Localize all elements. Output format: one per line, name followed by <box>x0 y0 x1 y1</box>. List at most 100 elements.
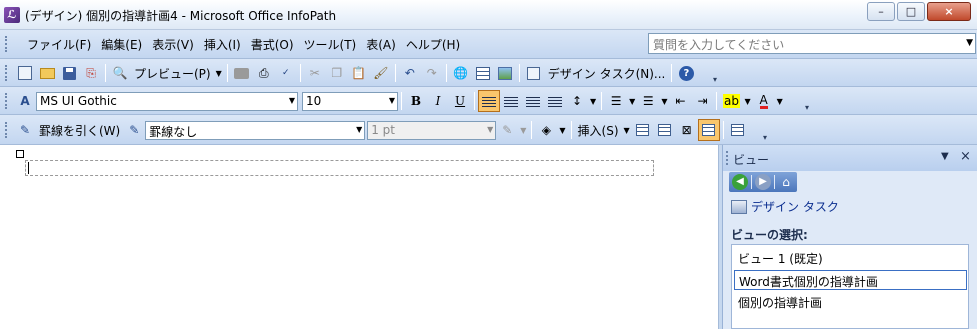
table-icon <box>475 66 490 80</box>
save-button[interactable] <box>58 62 80 84</box>
menu-help[interactable]: ヘルプ(H) <box>401 36 465 53</box>
layout-section[interactable] <box>25 160 654 176</box>
publish-button[interactable]: ⎘ <box>80 62 102 84</box>
help-button[interactable]: ? <box>675 62 697 84</box>
menu-edit[interactable]: 編集(E) <box>96 36 147 53</box>
menu-insert[interactable]: 挿入(I) <box>199 36 246 53</box>
view-list-item[interactable]: ビュー 1 (既定) <box>734 248 967 268</box>
bold-button[interactable]: B <box>405 90 427 112</box>
align-left-button[interactable] <box>478 90 500 112</box>
forward-icon[interactable]: ▶ <box>755 174 771 190</box>
font-icon-button[interactable]: A <box>14 90 36 112</box>
increase-indent-button[interactable]: ⇥ <box>691 90 713 112</box>
line-style-select[interactable]: 罫線なし ▼ <box>145 120 366 140</box>
numbering-button[interactable]: ☰ <box>605 90 627 112</box>
toolbar-options-icon[interactable]: ▾ <box>805 103 809 112</box>
close-button[interactable]: × <box>927 2 971 21</box>
draw-borders-button[interactable]: 罫線を引く(W) <box>36 122 123 139</box>
chevron-down-icon[interactable]: ▼ <box>627 97 637 106</box>
chevron-down-icon[interactable]: ▼ <box>557 126 567 135</box>
menu-file[interactable]: ファイル(F) <box>22 36 96 53</box>
design-tasks-icon-button[interactable] <box>523 62 545 84</box>
line-weight-select[interactable]: 1 pt ▼ <box>367 120 497 140</box>
toolbar-grip[interactable] <box>5 93 9 109</box>
underline-button[interactable]: U <box>449 90 471 112</box>
menu-tools[interactable]: ツール(T) <box>299 36 362 53</box>
chevron-down-icon[interactable]: ▼ <box>389 96 395 105</box>
home-icon[interactable]: ⌂ <box>778 174 794 190</box>
view-list-item[interactable]: 個別の指導計画 <box>734 292 967 312</box>
chevron-down-icon[interactable]: ▼ <box>289 96 295 105</box>
picture-icon <box>497 66 512 80</box>
copy-button[interactable]: ❐ <box>326 62 348 84</box>
format-painter-button[interactable]: 🖌 <box>370 62 392 84</box>
chevron-down-icon[interactable]: ▼ <box>356 125 362 134</box>
insert-menu-button[interactable]: 挿入(S) <box>575 122 622 139</box>
print-button[interactable] <box>231 62 253 84</box>
toolbar-options-icon[interactable]: ▾ <box>763 133 767 142</box>
font-name-select[interactable]: MS UI Gothic ▼ <box>36 91 298 111</box>
justify-icon <box>548 95 562 107</box>
chevron-down-icon[interactable]: ▼ <box>518 126 528 135</box>
redo-button[interactable]: ↷ <box>421 62 443 84</box>
toolbar-grip[interactable] <box>5 65 9 81</box>
chevron-down-icon[interactable]: ▼ <box>487 125 493 134</box>
close-icon[interactable]: × <box>960 149 971 164</box>
chevron-down-icon[interactable]: ▼ <box>775 97 785 106</box>
menu-view[interactable]: 表示(V) <box>147 36 199 53</box>
maximize-button[interactable]: □ <box>897 2 925 21</box>
chevron-down-icon[interactable]: ▼ <box>659 97 669 106</box>
chevron-down-icon[interactable]: ▼ <box>214 69 224 78</box>
font-size-select[interactable]: 10 ▼ <box>302 91 398 111</box>
line-spacing-button[interactable]: ↕ <box>566 90 588 112</box>
align-right-button[interactable] <box>522 90 544 112</box>
merge-cells-button[interactable] <box>632 119 654 141</box>
border-color-button[interactable]: ✎ <box>496 119 518 141</box>
undo-button[interactable]: ↶ <box>399 62 421 84</box>
insert-table-button[interactable] <box>472 62 494 84</box>
italic-button[interactable]: I <box>427 90 449 112</box>
help-search-input[interactable]: 質問を入力してください ▼ <box>648 33 976 54</box>
cut-button[interactable]: ✂ <box>304 62 326 84</box>
spelling-button[interactable]: ✓ <box>275 62 297 84</box>
design-tasks-link[interactable]: デザイン タスク <box>731 198 839 215</box>
font-color-button[interactable]: A <box>753 90 775 112</box>
preview-icon-button[interactable]: 🔍 <box>109 62 131 84</box>
view-list-item[interactable]: Word書式個別の指導計画 <box>734 270 967 290</box>
chevron-down-icon[interactable]: ▼ <box>941 151 949 162</box>
align-center-button[interactable] <box>500 90 522 112</box>
draw-borders-icon-button[interactable]: ✎ <box>14 119 36 141</box>
print-preview-button[interactable]: ⎙ <box>253 62 275 84</box>
menu-format[interactable]: 書式(O) <box>246 36 299 53</box>
form-canvas[interactable] <box>0 145 718 329</box>
chevron-down-icon[interactable]: ▼ <box>742 97 752 106</box>
view-list: ビュー 1 (既定) Word書式個別の指導計画 個別の指導計画 <box>731 244 969 329</box>
shading-button[interactable]: ◈ <box>535 119 557 141</box>
design-form-button[interactable] <box>14 62 36 84</box>
insert-picture-button[interactable] <box>494 62 516 84</box>
minimize-button[interactable]: – <box>867 2 895 21</box>
decrease-indent-button[interactable]: ⇤ <box>669 90 691 112</box>
back-icon[interactable]: ◀ <box>732 174 748 190</box>
chevron-down-icon[interactable]: ▼ <box>966 38 973 48</box>
highlight-button[interactable]: ab <box>720 90 742 112</box>
chevron-down-icon[interactable]: ▼ <box>588 97 598 106</box>
toolbar-options-icon[interactable]: ▾ <box>713 75 717 84</box>
toolbar-grip[interactable] <box>5 122 9 138</box>
open-button[interactable] <box>36 62 58 84</box>
hyperlink-button[interactable]: 🌐 <box>450 62 472 84</box>
split-cells-button[interactable] <box>654 119 676 141</box>
bullets-button[interactable]: ☰ <box>637 90 659 112</box>
paste-button[interactable]: 📋 <box>348 62 370 84</box>
pane-grip[interactable] <box>726 151 728 165</box>
show-gridlines-button[interactable] <box>697 119 720 141</box>
justify-button[interactable] <box>544 90 566 112</box>
delete-table-button[interactable]: ⊠ <box>676 119 698 141</box>
design-tasks-button[interactable]: デザイン タスク(N)... <box>545 65 669 82</box>
preview-button[interactable]: プレビュー(P) <box>131 65 214 82</box>
chevron-down-icon[interactable]: ▼ <box>622 126 632 135</box>
menu-table[interactable]: 表(A) <box>361 36 401 53</box>
toolbar-grip[interactable] <box>5 36 9 52</box>
layout-handle[interactable] <box>16 150 24 158</box>
table-properties-button[interactable] <box>727 119 749 141</box>
